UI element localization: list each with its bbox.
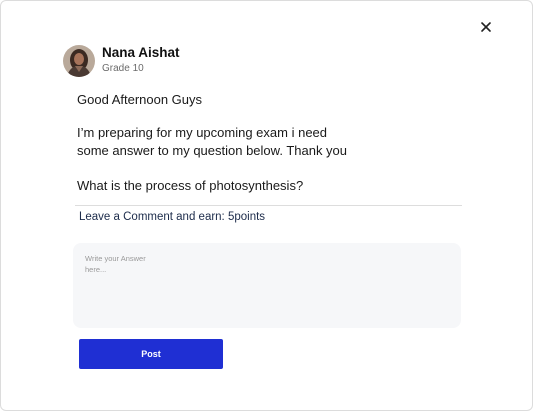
post-greeting: Good Afternoon Guys <box>77 92 203 107</box>
close-button[interactable] <box>478 19 494 35</box>
user-avatar-icon <box>63 45 95 77</box>
post-body-line-1: I’m preparing for my upcoming exam i nee… <box>77 125 328 140</box>
avatar <box>63 45 95 77</box>
post-question: What is the process of photosynthesis? <box>77 178 304 193</box>
close-icon[interactable] <box>478 19 494 35</box>
post-button[interactable]: Post <box>79 339 223 369</box>
user-name: Nana Aishat <box>102 45 180 60</box>
post-modal: Nana Aishat Grade 10 Good Afternoon Guys… <box>0 0 533 411</box>
answer-input[interactable] <box>73 243 461 328</box>
divider <box>75 205 462 206</box>
comment-prompt: Leave a Comment and earn: 5points <box>79 211 266 223</box>
post-body-line-2: some answer to my question below. Thank … <box>77 143 348 158</box>
user-grade: Grade 10 <box>102 63 144 74</box>
